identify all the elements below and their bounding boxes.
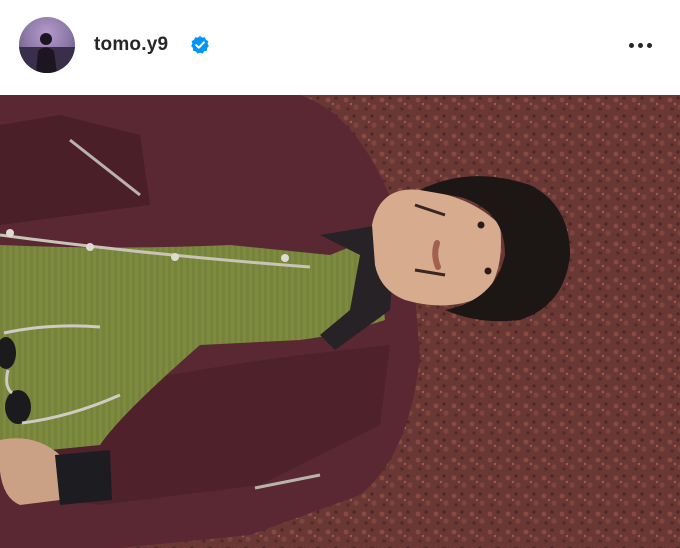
post-photo[interactable] xyxy=(0,95,680,548)
more-dot xyxy=(646,42,652,48)
avatar-image xyxy=(19,33,75,73)
verified-badge-icon xyxy=(190,35,210,55)
more-options-icon[interactable] xyxy=(622,30,658,60)
profile-avatar[interactable] xyxy=(19,17,75,73)
more-dot xyxy=(637,42,643,48)
post-photo-illustration xyxy=(0,95,680,548)
more-dot xyxy=(628,42,634,48)
post-header: tomo.y9 xyxy=(0,0,680,95)
username[interactable]: tomo.y9 xyxy=(94,32,168,58)
